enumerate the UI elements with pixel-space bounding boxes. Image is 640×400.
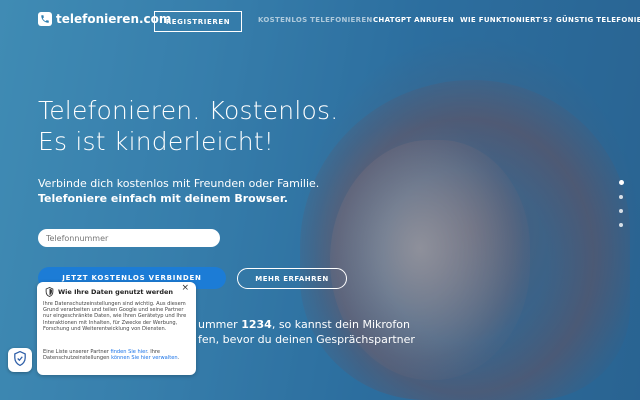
learn-more-button[interactable]: MEHR ERFAHREN: [237, 268, 347, 289]
test-number: 1234: [241, 318, 272, 331]
hero-body-text-line-1: ummer 1234, so kannst dein Mikrofon: [198, 318, 410, 331]
hero-headline: Telefonieren. Kostenlos. Es ist kinderle…: [38, 95, 338, 157]
hero-subline: Verbinde dich kostenlos mit Freunden ode…: [38, 176, 319, 206]
brand-logo[interactable]: telefonieren.com: [38, 12, 171, 26]
subline-text: Verbinde dich kostenlos mit Freunden ode…: [38, 177, 320, 190]
nav-link-wie-funktionierts[interactable]: WIE FUNKTIONIERT'S?: [460, 16, 553, 24]
headline-line-2: Es ist kinderleicht!: [38, 127, 274, 156]
slider-dot[interactable]: [619, 195, 623, 199]
nav-link-guenstig-telefonieren[interactable]: GÜNSTIG TELEFONIERE: [556, 16, 640, 24]
register-button[interactable]: REGISTRIEREN: [154, 11, 242, 32]
nav-link-chatgpt-anrufen[interactable]: CHATGPT ANRUFEN: [373, 16, 454, 24]
phone-number-input[interactable]: [38, 229, 220, 247]
hero-body-text-line-2: fen, bevor du deinen Gesprächspartner: [198, 333, 415, 346]
consent-header: Wie Ihre Daten genutzt werden: [44, 286, 173, 297]
shield-icon: [44, 286, 54, 297]
consent-body: Ihre Datenschutzeinstellungen sind wicht…: [43, 301, 187, 332]
close-icon[interactable]: ×: [181, 284, 189, 293]
shield-check-icon: [13, 350, 27, 370]
manage-settings-link[interactable]: können Sie hier verwalten: [111, 355, 178, 361]
nav-link-kostenlos-telefonieren[interactable]: KOSTENLOS TELEFONIEREN: [258, 16, 373, 24]
consent-partner-text: Eine Liste unserer Partner finden Sie hi…: [43, 349, 180, 362]
partner-list-link[interactable]: finden Sie hier: [110, 349, 146, 355]
slider-dot[interactable]: [619, 180, 624, 185]
subline-bold-text: Telefoniere einfach mit deinem Browser.: [38, 192, 288, 205]
top-navigation: telefonieren.com REGISTRIEREN KOSTENLOS …: [0, 0, 640, 42]
consent-popup: Wie Ihre Daten genutzt werden × Ihre Dat…: [37, 282, 196, 375]
slider-dot[interactable]: [619, 223, 623, 227]
phone-icon: [38, 12, 52, 26]
consent-title: Wie Ihre Daten genutzt werden: [58, 287, 174, 296]
slider-dots: [619, 180, 624, 227]
slider-dot[interactable]: [619, 209, 623, 213]
headline-line-1: Telefonieren. Kostenlos.: [38, 96, 339, 125]
privacy-settings-button[interactable]: [8, 348, 32, 372]
